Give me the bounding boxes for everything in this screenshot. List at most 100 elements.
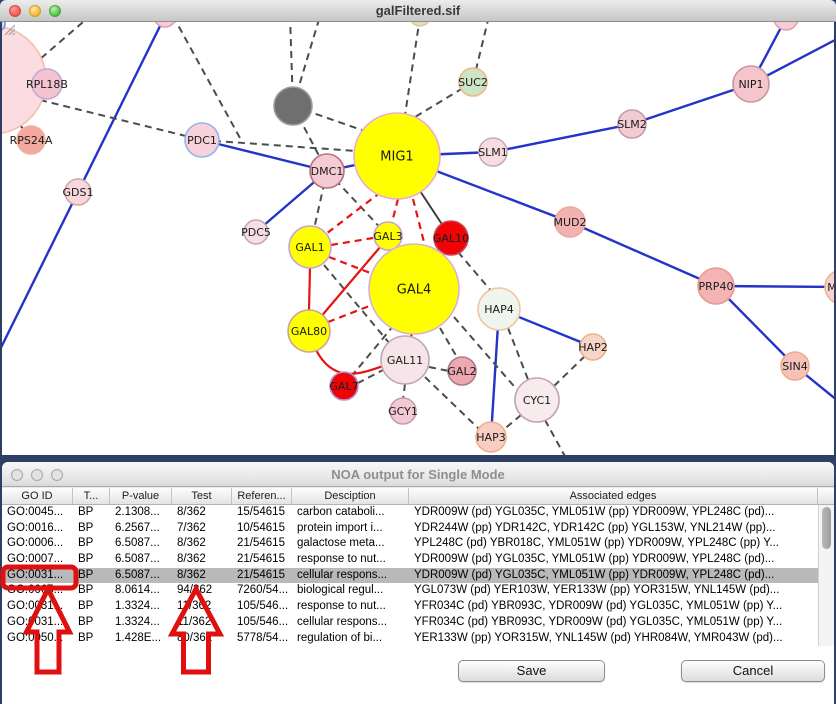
node-label: GAL2 xyxy=(447,365,476,378)
node-MIG1[interactable]: MIG1 xyxy=(354,113,440,199)
node-partial-top1-circle[interactable] xyxy=(154,22,176,27)
table-cell: YPL248C (pd) YBR018C, YML051W (pp) YDR00… xyxy=(409,536,818,552)
table-row[interactable]: GO:0031...BP1.3324...11/362105/546...res… xyxy=(2,599,834,615)
node-partial-top2-circle[interactable] xyxy=(410,22,430,26)
table-cell: GO:0050... xyxy=(2,631,73,647)
node-partial-top3-circle[interactable] xyxy=(774,22,798,30)
table-row[interactable]: GO:0050...BP1.428E...80/3625778/54...reg… xyxy=(2,631,834,647)
edge-dash xyxy=(173,22,240,138)
node-partial-top3[interactable] xyxy=(774,22,798,30)
table-row[interactable]: GO:0065...BP8.0614...94/3627260/54...bio… xyxy=(2,583,834,599)
table-cell: 1.3324... xyxy=(110,615,172,631)
node-GAL11[interactable]: GAL11 xyxy=(381,336,429,384)
column-header-go-id[interactable]: GO ID xyxy=(2,488,73,504)
node-SLM1[interactable]: SLM1 xyxy=(478,138,508,166)
table-cell: BP xyxy=(73,505,110,521)
edge-dash xyxy=(508,328,529,382)
node-HAP4[interactable]: HAP4 xyxy=(478,288,520,330)
table-cell: BP xyxy=(73,536,110,552)
edge-reddash xyxy=(329,257,373,274)
table-cell: 94/362 xyxy=(172,583,232,599)
table-cell: 6.5087... xyxy=(110,568,172,584)
node-GAL3[interactable]: GAL3 xyxy=(373,222,402,250)
table-row[interactable]: GO:0007...BP6.5087...8/36221/54615respon… xyxy=(2,552,834,568)
vertical-scrollbar[interactable] xyxy=(818,505,834,646)
table-cell: 11/362 xyxy=(172,615,232,631)
node-label: GAL11 xyxy=(387,354,423,367)
node-GAL2[interactable]: GAL2 xyxy=(447,357,476,385)
table-cell: 1.428E... xyxy=(110,631,172,647)
node-PDC1[interactable]: PDC1 xyxy=(185,123,219,157)
table-cell: GO:0045... xyxy=(2,505,73,521)
node-partial-top2[interactable] xyxy=(410,22,430,26)
column-header-desciption[interactable]: Desciption xyxy=(292,488,409,504)
node-GAL4[interactable]: GAL4 xyxy=(369,244,459,334)
node-SUC2[interactable]: SUC2 xyxy=(458,68,488,96)
table-cell: YDR244W (pp) YDR142C, YDR142C (pp) YGL15… xyxy=(409,521,818,537)
table-row[interactable]: GO:0031...BP6.5087...8/36221/54615cellul… xyxy=(2,568,834,584)
node-label: SLM1 xyxy=(478,146,508,159)
node-SLM2[interactable]: SLM2 xyxy=(617,110,647,138)
table-cell: response to nut... xyxy=(292,552,409,568)
node-HAP3[interactable]: HAP3 xyxy=(476,422,506,452)
table-row[interactable]: GO:0045...BP2.1308...8/36215/54615carbon… xyxy=(2,505,834,521)
node-label: GAL4 xyxy=(397,283,431,298)
network-window-titlebar: galFiltered.sif xyxy=(0,0,836,22)
desktop: galFiltered.sif RPL18BRPS24AGDS1PDC1DMC1… xyxy=(0,0,836,704)
node-gray[interactable] xyxy=(274,87,312,125)
network-window-title: galFiltered.sif xyxy=(0,0,836,22)
column-header-referen-[interactable]: Referen... xyxy=(232,488,292,504)
table-cell: BP xyxy=(73,552,110,568)
node-label: RPS24A xyxy=(10,134,53,147)
node-HAP2[interactable]: HAP2 xyxy=(578,334,607,360)
table-cell: 21/54615 xyxy=(232,536,292,552)
node-PRP40[interactable]: PRP40 xyxy=(698,268,734,304)
edge-dash xyxy=(440,328,458,359)
node-RPS24A[interactable]: RPS24A xyxy=(10,126,53,154)
save-button[interactable]: Save xyxy=(458,660,605,682)
node-GCY1[interactable]: GCY1 xyxy=(388,398,418,424)
table-cell: cellular respons... xyxy=(292,615,409,631)
column-header-associated-edges[interactable]: Associated edges xyxy=(409,488,818,504)
node-partial-top1[interactable] xyxy=(154,22,176,27)
node-NIP1[interactable]: NIP1 xyxy=(733,66,769,102)
network-graph: RPL18BRPS24AGDS1PDC1DMC1MIG1SUC2SLM1SLM2… xyxy=(2,22,834,455)
column-header-t-[interactable]: T... xyxy=(73,488,110,504)
edge-dash xyxy=(425,377,479,429)
table-header-row: GO IDT...P-valueTestReferen...Desciption… xyxy=(2,488,834,505)
table-cell: BP xyxy=(73,521,110,537)
table-row[interactable]: GO:0016...BP6.2567...7/36210/54615protei… xyxy=(2,521,834,537)
table-cell: 5778/54... xyxy=(232,631,292,647)
node-MUD2[interactable]: MUD2 xyxy=(553,207,586,237)
node-MSL1[interactable]: MSL1 xyxy=(825,270,834,304)
cancel-button[interactable]: Cancel xyxy=(681,660,825,682)
node-GAL7[interactable]: GAL7 xyxy=(329,372,358,400)
table-cell: biological regul... xyxy=(292,583,409,599)
node-GDS1[interactable]: GDS1 xyxy=(63,179,94,205)
node-gray-circle[interactable] xyxy=(274,87,312,125)
node-CYC1[interactable]: CYC1 xyxy=(515,378,559,422)
scrollbar-thumb[interactable] xyxy=(822,507,831,549)
table-row[interactable]: GO:0031...BP1.3324...11/362105/546...cel… xyxy=(2,615,834,631)
table-cell: 10/54615 xyxy=(232,521,292,537)
edge-dash xyxy=(502,415,521,431)
node-DMC1[interactable]: DMC1 xyxy=(310,154,344,188)
column-header-test[interactable]: Test xyxy=(172,488,232,504)
column-header-p-value[interactable]: P-value xyxy=(110,488,172,504)
resize-grip-icon[interactable] xyxy=(2,22,15,35)
node-GAL80[interactable]: GAL80 xyxy=(288,310,330,352)
node-label: HAP4 xyxy=(484,303,513,316)
table-cell: 8/362 xyxy=(172,505,232,521)
node-label: PDC5 xyxy=(241,226,271,239)
table-cell: YDR009W (pd) YGL035C, YML051W (pp) YDR00… xyxy=(409,568,818,584)
table-row[interactable]: GO:0006...BP6.5087...8/36221/54615galact… xyxy=(2,536,834,552)
node-GAL1[interactable]: GAL1 xyxy=(289,226,331,268)
table-cell: protein import i... xyxy=(292,521,409,537)
table-cell: 80/362 xyxy=(172,631,232,647)
node-SIN4[interactable]: SIN4 xyxy=(781,352,809,380)
network-canvas[interactable]: RPL18BRPS24AGDS1PDC1DMC1MIG1SUC2SLM1SLM2… xyxy=(2,22,834,455)
table-cell: 105/546... xyxy=(232,615,292,631)
node-GAL10[interactable]: GAL10 xyxy=(433,221,469,255)
table-cell: YFR034C (pd) YBR093C, YDR009W (pd) YGL03… xyxy=(409,599,818,615)
node-label: MUD2 xyxy=(553,216,586,229)
